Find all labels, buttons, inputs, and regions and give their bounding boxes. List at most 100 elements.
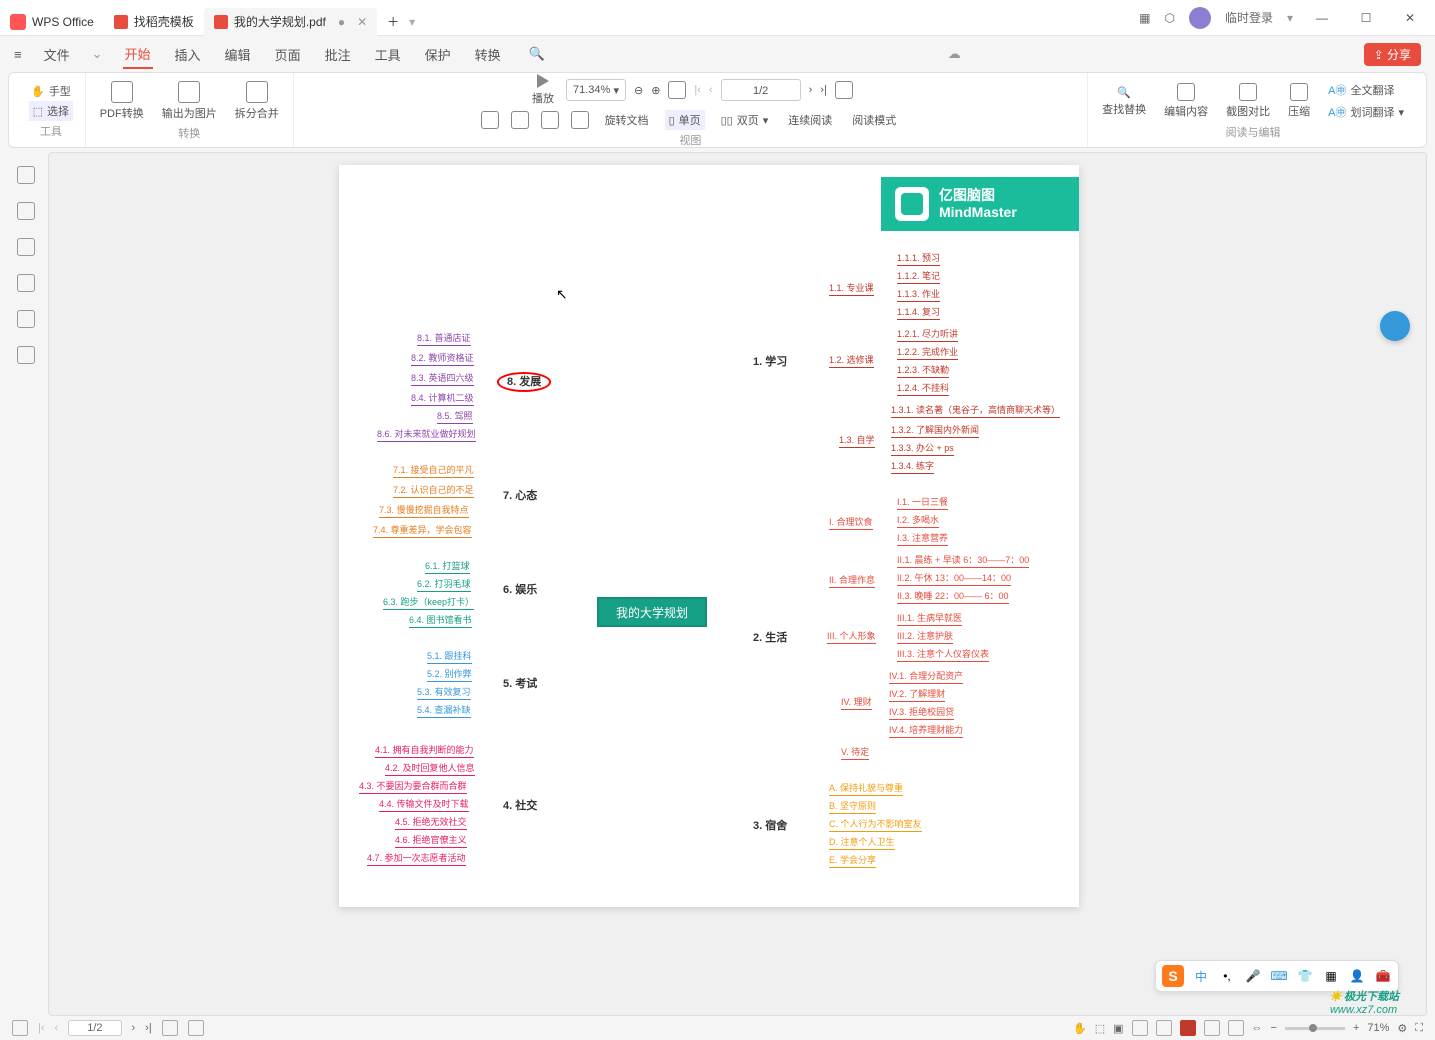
zoom-slider[interactable] [1285,1027,1345,1030]
pen-icon[interactable] [17,310,35,328]
zoom-in-icon[interactable]: ⊕ [651,84,660,97]
word-translate-button[interactable]: A㊥划词翻译▾ [1324,102,1408,122]
fit-icon[interactable] [668,81,686,99]
compare-button[interactable]: 截图对比 [1222,81,1274,121]
thumb4-icon[interactable] [571,111,589,129]
skin-icon[interactable]: 👕 [1296,967,1314,985]
layout2-icon[interactable] [188,1020,204,1036]
new-tab-button[interactable]: ＋▾ [377,8,425,36]
menu-tools[interactable]: 工具 [373,41,403,68]
select-tool[interactable]: ⬚选择 [29,101,73,121]
thumb2-icon[interactable] [511,111,529,129]
keyboard-icon[interactable]: ⌨ [1270,967,1288,985]
view1-icon[interactable] [1132,1020,1148,1036]
edit-content-button[interactable]: 编辑内容 [1160,81,1212,121]
wps-logo-icon [10,14,26,30]
pdf-convert-button[interactable]: PDF转换 [96,79,148,123]
bookmark-icon[interactable] [17,166,35,184]
zoom-out-icon[interactable]: ⊖ [634,84,643,97]
zoom-input[interactable]: 71.34%▾ [566,79,626,101]
hand-icon[interactable]: ✋ [1073,1022,1087,1035]
center-node: 我的大学规划 [597,597,707,627]
zoom-out-icon[interactable]: − [1271,1022,1277,1034]
ribbon-group-tools: ✋手型 ⬚选择 工具 [17,73,86,147]
close-window-button[interactable]: ✕ [1395,11,1425,25]
fit-width-icon[interactable]: ⇔ [1252,1022,1263,1034]
next-icon[interactable]: › [132,1022,136,1034]
group-label: 阅读与编辑 [1226,124,1281,140]
plus-icon: ＋ [387,13,399,30]
menu-protect[interactable]: 保护 [423,41,453,68]
hand-tool[interactable]: ✋手型 [27,81,75,101]
zoom-in-icon[interactable]: + [1353,1022,1359,1034]
view3-icon[interactable] [1204,1020,1220,1036]
menu-edit[interactable]: 编辑 [223,41,253,68]
view2-icon[interactable] [1156,1020,1172,1036]
rotate-button[interactable]: 旋转文档 [601,110,653,130]
compress-button[interactable]: 压缩 [1284,81,1314,121]
hamburger-icon[interactable]: ≡ [14,47,22,62]
split-merge-button[interactable]: 拆分合并 [231,79,283,123]
floating-action-button[interactable] [1380,311,1410,341]
attachment-icon[interactable] [17,274,35,292]
cloud-icon[interactable]: ☁ [948,46,961,62]
menu-page[interactable]: 页面 [273,41,303,68]
find-replace-button[interactable]: 🔍查找替换 [1098,84,1150,119]
close-tab-icon[interactable]: ✕ [357,15,367,29]
ribbon-group-convert: PDF转换 输出为图片 拆分合并 转换 [86,73,294,147]
menu-start[interactable]: 开始 [123,40,153,69]
maximize-button[interactable]: ☐ [1351,11,1381,25]
menu-annotate[interactable]: 批注 [323,41,353,68]
play-icon[interactable] [1180,1020,1196,1036]
single-page-button[interactable]: ▯单页 [665,110,705,130]
first-icon[interactable]: |‹ [38,1022,45,1034]
cube-icon[interactable]: ⬡ [1164,11,1174,25]
share-button[interactable]: ⇪ 分享 [1364,43,1421,66]
expand-icon[interactable]: ⛶ [1415,1022,1423,1035]
toolbox-icon[interactable]: 🧰 [1374,967,1392,985]
crop-icon[interactable]: ▣ [1113,1022,1123,1035]
last-icon[interactable]: ›| [145,1022,152,1034]
export-image-button[interactable]: 输出为图片 [158,79,221,123]
settings-icon[interactable]: ⚙ [1397,1022,1407,1035]
layout1-icon[interactable] [162,1020,178,1036]
menu-file[interactable]: 文件 [42,41,72,68]
page-input[interactable]: 1/2 [721,79,801,101]
first-page-icon[interactable]: |‹ [694,84,701,96]
prev-page-icon[interactable]: ‹ [709,84,713,96]
comment-icon[interactable] [17,238,35,256]
play-button[interactable]: 播放 [528,72,558,108]
tab-templates[interactable]: 找稻壳模板 [104,8,204,36]
search-icon[interactable]: 🔍 [529,46,545,62]
minimize-button[interactable]: — [1307,11,1337,25]
layers-icon[interactable] [17,346,35,364]
app-tab[interactable]: WPS Office [0,8,104,36]
mic-icon[interactable]: 🎤 [1244,967,1262,985]
full-translate-button[interactable]: A㊥全文翻译 [1324,80,1408,100]
statusbar: |‹ ‹ 1/2 › ›| ✋ ⬚ ▣ ⇔ − + 71% ⚙ ⛶ [0,1016,1435,1040]
avatar[interactable] [1189,7,1211,29]
book-icon[interactable] [835,81,853,99]
person-icon[interactable]: 👤 [1348,967,1366,985]
punct-icon[interactable]: •, [1218,967,1236,985]
next-page-icon[interactable]: › [809,84,813,96]
thumb1-icon[interactable] [481,111,499,129]
continuous-button[interactable]: 连续阅读 [784,110,836,130]
lang-indicator[interactable]: 中 [1192,967,1210,985]
outline-icon[interactable] [17,202,35,220]
tab-document[interactable]: 我的大学规划.pdf ● ✕ [204,8,377,36]
read-mode-button[interactable]: 阅读模式 [848,110,900,130]
prev-icon[interactable]: ‹ [55,1022,59,1034]
dropdown-icon[interactable]: ⌄ [92,46,103,62]
grid-icon[interactable]: ▦ [1322,967,1340,985]
sidebar-toggle-icon[interactable] [12,1020,28,1036]
menu-convert[interactable]: 转换 [473,41,503,68]
menu-insert[interactable]: 插入 [173,41,203,68]
thumb3-icon[interactable] [541,111,559,129]
view4-icon[interactable] [1228,1020,1244,1036]
last-page-icon[interactable]: ›| [820,84,827,96]
login-label[interactable]: 临时登录 [1225,9,1273,26]
grid-icon[interactable]: ▦ [1139,11,1150,25]
select2-icon[interactable]: ⬚ [1095,1022,1105,1035]
double-page-button[interactable]: ▯▯双页▾ [717,110,773,130]
